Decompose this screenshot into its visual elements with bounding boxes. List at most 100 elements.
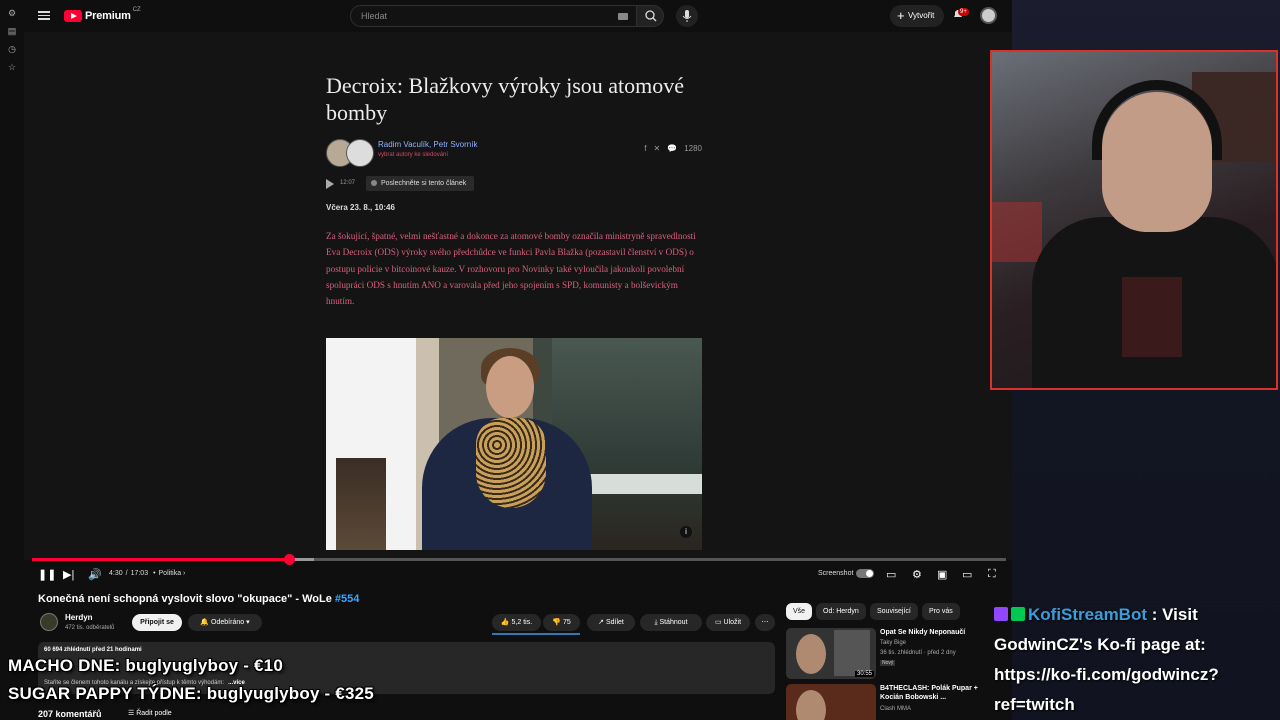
recommendation-title[interactable]: Opat Se Nikdy Neponaučí: [880, 628, 1000, 637]
recommendation-channel[interactable]: Clash MMA: [880, 706, 911, 712]
sort-label: Řadit podle: [136, 710, 172, 717]
thumbnail[interactable]: [786, 684, 876, 720]
article-lead: Za šokující, špatné, velmi nešťastné a d…: [326, 231, 696, 307]
chip-for-you[interactable]: Pro vás: [922, 603, 960, 620]
search-icon: [645, 10, 657, 22]
left-rail: ⚙ ▤ ◷ ☆: [0, 0, 24, 720]
article-date: Včera 23. 8., 10:46: [326, 203, 395, 212]
more-actions-button[interactable]: ⋯: [755, 614, 775, 631]
sort-button[interactable]: ☰ Řadit podle: [128, 709, 172, 717]
info-icon: i: [680, 526, 692, 538]
photo-chair: [336, 458, 386, 550]
region-label: CZ: [132, 7, 141, 13]
comment-count: 207 komentářů: [38, 709, 102, 719]
hashtag-link[interactable]: #554: [335, 593, 359, 605]
thumb-face: [796, 690, 826, 720]
create-button[interactable]: Vytvořit: [890, 5, 944, 27]
save-button[interactable]: ▭ Uložit: [706, 614, 750, 631]
youtube-logo[interactable]: Premium CZ: [64, 7, 141, 24]
twitch-badge-icon: [994, 607, 1008, 621]
settings-gear-icon[interactable]: ⚙: [912, 568, 922, 581]
settings-icon[interactable]: ⚙: [7, 8, 17, 18]
thumb-face: [796, 634, 826, 674]
views-line: 60 694 zhlédnutí před 21 hodinami: [44, 647, 142, 653]
recommendation-channel[interactable]: Taky Bige: [880, 640, 906, 646]
dislike-button[interactable]: 👎 75: [543, 614, 580, 631]
pause-icon[interactable]: ❚❚: [38, 568, 56, 581]
share-button[interactable]: ↗ Sdílet: [587, 614, 635, 631]
top-bar: Premium CZ Hledat Vytvořit 9+: [24, 0, 1012, 32]
star-icon[interactable]: ☆: [7, 62, 17, 72]
recommendation-meta: 36 tis. zhlédnutí · před 2 dny: [880, 650, 956, 656]
channel-name[interactable]: Herdyn: [65, 613, 93, 622]
new-badge: Nový: [880, 660, 896, 666]
join-button[interactable]: Připojit se: [132, 614, 182, 631]
listen-time: 12:07: [340, 180, 356, 186]
duration-badge: 30:55: [854, 671, 874, 677]
cam-light: [992, 202, 1042, 262]
download-label: Stáhnout: [659, 619, 688, 626]
fullscreen-icon[interactable]: ⛶: [988, 568, 996, 581]
article-screen: Decroix: Blažkovy výroky jsou atomové bo…: [326, 72, 702, 306]
notification-badge: 9+: [958, 8, 969, 16]
subscribed-label: Odebíráno: [211, 619, 245, 626]
subtitles-icon[interactable]: ▭: [886, 568, 896, 581]
author-follow-note: vybrat autory ke sledování: [378, 152, 449, 158]
chip-from-channel[interactable]: Od: Herdyn: [816, 603, 866, 620]
menu-icon[interactable]: [38, 9, 50, 21]
dislike-count: 75: [562, 619, 571, 626]
video-player[interactable]: Decroix: Blažkovy výroky jsou atomové bo…: [24, 32, 1012, 560]
search-button[interactable]: [636, 5, 664, 27]
like-button[interactable]: 👍 5,2 tis.: [492, 614, 541, 631]
subscriber-count: 472 tis. odběratelů: [65, 625, 115, 631]
author-names: Radim Vaculík, Petr Svorník: [378, 140, 478, 149]
chat-message: KofiStreamBot : Visit GodwinCZ's Ko-fi p…: [994, 600, 1274, 720]
listen-row: 12:07 Poslechněte si tento článek: [326, 176, 486, 192]
screenshot-label: Screenshot: [818, 570, 854, 577]
microphone-button[interactable]: [676, 5, 698, 27]
share-label: Sdílet: [605, 619, 624, 626]
recommendation-title[interactable]: B4THECLASH: Polák Pupar + Kocián Bobowsk…: [880, 684, 1000, 702]
chip-all[interactable]: Vše: [786, 603, 813, 620]
chip-related[interactable]: Související: [870, 603, 918, 620]
recommendation-item[interactable]: 30:55 Opat Se Nikdy Neponaučí Taky Bige …: [786, 628, 1006, 680]
avatar[interactable]: [980, 7, 997, 24]
history-icon[interactable]: ◷: [7, 44, 17, 54]
progress-bar[interactable]: [32, 554, 1006, 565]
play-icon: [326, 179, 334, 189]
screen: ⚙ ▤ ◷ ☆ Premium CZ Hledat Vytvořit 9+ De…: [0, 0, 1280, 720]
search-input[interactable]: Hledat: [350, 5, 637, 27]
duration: 17:03: [130, 570, 149, 577]
photo-scarf: [476, 418, 546, 508]
next-icon[interactable]: ▶|: [63, 568, 74, 581]
thumb-figure: [834, 630, 870, 676]
volume-icon[interactable]: 🔊: [88, 568, 102, 581]
chat-username: KofiStreamBot: [1028, 605, 1148, 624]
like-count: 5,2 tis.: [511, 619, 533, 626]
author-row: Radim Vaculík, Petr Svorník vybrat autor…: [326, 136, 702, 168]
article-title: Decroix: Blažkovy výroky jsou atomové bo…: [326, 73, 685, 125]
video-title-text: Konečná není schopná vyslovit slovo "oku…: [38, 593, 332, 605]
donation-alert-weekly: SUGAR PAPPY TÝDNE: buglyuglyboy - €325: [8, 684, 374, 703]
chapter-label[interactable]: Politika: [159, 570, 182, 577]
brand-label: Premium: [85, 10, 131, 22]
autoplay-toggle[interactable]: [856, 569, 874, 578]
create-label: Vytvořit: [908, 11, 935, 20]
player-controls: ❚❚ ▶| 🔊 4:30/17:03 • Politika › Screensho…: [24, 562, 1012, 586]
recommendation-item[interactable]: B4THECLASH: Polák Pupar + Kocián Bobowsk…: [786, 684, 1006, 720]
channel-avatar[interactable]: [40, 613, 58, 631]
like-underline: [492, 633, 580, 635]
keyboard-icon[interactable]: [618, 13, 628, 20]
download-button[interactable]: ⤓ Stáhnout: [640, 614, 702, 631]
thumbnail[interactable]: 30:55: [786, 628, 876, 679]
subscribed-button[interactable]: 🔔 Odebíráno ▾: [188, 614, 262, 631]
search-placeholder: Hledat: [361, 11, 388, 21]
theater-icon[interactable]: ▭: [962, 568, 972, 581]
miniplayer-icon[interactable]: ▣: [937, 568, 947, 581]
x-icon: ✕: [653, 144, 661, 153]
time-display: 4:30/17:03 • Politika ›: [109, 570, 186, 577]
photo-head: [486, 356, 534, 418]
library-icon[interactable]: ▤: [7, 26, 17, 36]
listen-button: Poslechněte si tento článek: [366, 176, 475, 191]
facebook-icon: f: [644, 144, 647, 153]
